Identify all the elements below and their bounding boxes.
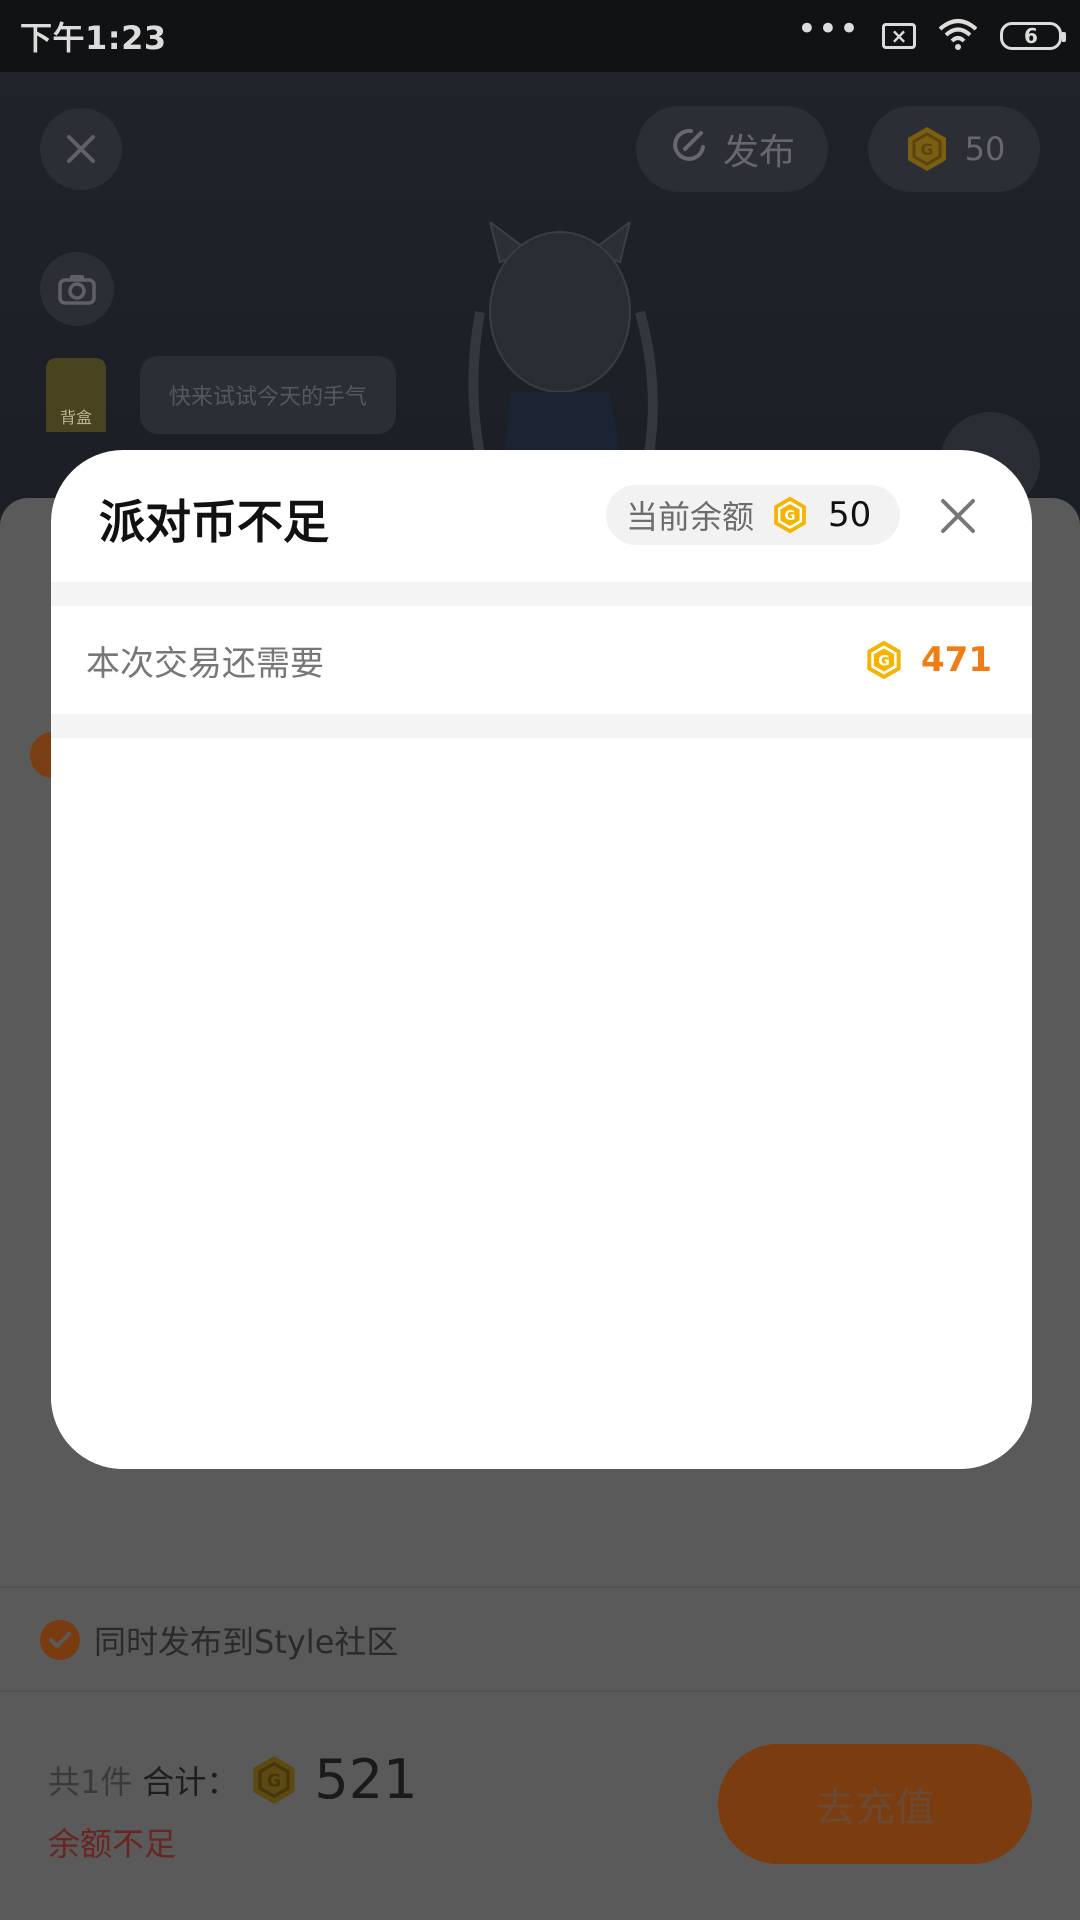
divider (0, 1690, 1080, 1692)
publish-to-community-option[interactable]: 同时发布到Style社区 (40, 1618, 398, 1662)
coin-icon: G (770, 495, 810, 535)
close-icon[interactable] (40, 108, 122, 190)
svg-text:G: G (785, 509, 796, 524)
avatar-label: 背盒 (59, 408, 92, 427)
required-amount-value: 471 (921, 640, 992, 680)
balance-label: 当前余额 (626, 498, 755, 536)
coin-icon: G (903, 125, 951, 173)
status-time: 下午1:23 (20, 19, 167, 57)
wifi-icon (938, 17, 978, 55)
order-summary: 共1件 合计： G 521 余额不足 (48, 1748, 417, 1865)
status-bar: 下午1:23 ••• × 6 (0, 0, 1080, 72)
svg-text:G: G (878, 653, 890, 669)
more-notifications-icon: ••• (796, 9, 860, 49)
divider (51, 714, 1032, 738)
divider (51, 582, 1032, 606)
check-icon[interactable] (40, 1620, 80, 1660)
insufficient-coins-dialog: 派对币不足 当前余额 G 50 本次交易还需要 G 471 (51, 450, 1032, 1469)
coin-icon: G (863, 639, 905, 681)
publish-icon (669, 125, 709, 174)
dialog-header: 派对币不足 当前余额 G 50 (51, 450, 1032, 582)
battery-icon: 6 (1000, 22, 1066, 50)
dialog-title: 派对币不足 (99, 495, 329, 549)
coin-balance-value: 50 (964, 130, 1006, 168)
balance-value: 50 (828, 495, 872, 535)
publish-option-label: 同时发布到Style社区 (94, 1623, 399, 1661)
item-count: 共1件 (48, 1762, 133, 1801)
svg-text:G: G (920, 140, 933, 159)
speech-bubble: 快来试试今天的手气 (140, 356, 396, 434)
coin-balance-pill[interactable]: G 50 (868, 106, 1040, 192)
total-row: 共1件 合计： G 521 (48, 1748, 417, 1811)
camera-icon[interactable] (40, 252, 114, 326)
insufficient-balance-text: 余额不足 (48, 1825, 177, 1863)
recharge-button[interactable]: 去充值 (718, 1744, 1032, 1864)
required-amount: G 471 (863, 639, 992, 681)
publish-label: 发布 (722, 132, 795, 173)
dialog-body (51, 738, 1032, 1469)
notification-x-icon: × (882, 23, 916, 49)
coin-icon: G (248, 1754, 300, 1806)
total-label: 合计： (142, 1762, 239, 1801)
publish-button[interactable]: 发布 (636, 106, 828, 192)
required-amount-row: 本次交易还需要 G 471 (51, 606, 1032, 714)
current-balance-pill: 当前余额 G 50 (606, 485, 900, 545)
required-amount-label: 本次交易还需要 (86, 643, 324, 684)
close-icon[interactable] (934, 492, 982, 540)
total-value: 521 (314, 1748, 418, 1811)
status-icons: ••• × 6 (797, 12, 1066, 55)
svg-text:G: G (267, 1771, 281, 1791)
divider (0, 1586, 1080, 1588)
blind-box-avatar[interactable]: 背盒 (46, 358, 106, 432)
